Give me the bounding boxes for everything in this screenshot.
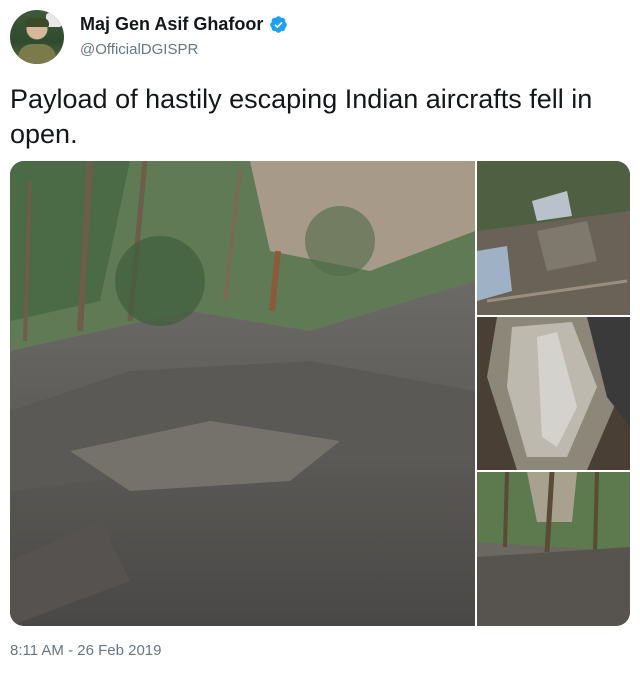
photo-main-hillside[interactable]: [10, 161, 475, 626]
verified-badge-icon: [270, 16, 288, 33]
author-handle[interactable]: @OfficialDGISPR: [80, 41, 198, 58]
tweet-timestamp[interactable]: 8:11 AM - 26 Feb 2019: [10, 642, 162, 659]
author-avatar[interactable]: [10, 10, 64, 64]
photo-thumb-payload[interactable]: [477, 317, 630, 470]
media-grid: [10, 161, 630, 626]
photo-thumb-debris[interactable]: [477, 161, 630, 315]
author-name-row: Maj Gen Asif Ghafoor: [80, 14, 288, 35]
tweet-header: Maj Gen Asif Ghafoor @OfficialDGISPR: [10, 10, 630, 66]
photo-thumb-forest-slope[interactable]: [477, 472, 630, 626]
author-display-name[interactable]: Maj Gen Asif Ghafoor: [80, 14, 263, 35]
tweet-text: Payload of hastily escaping Indian aircr…: [10, 84, 593, 149]
